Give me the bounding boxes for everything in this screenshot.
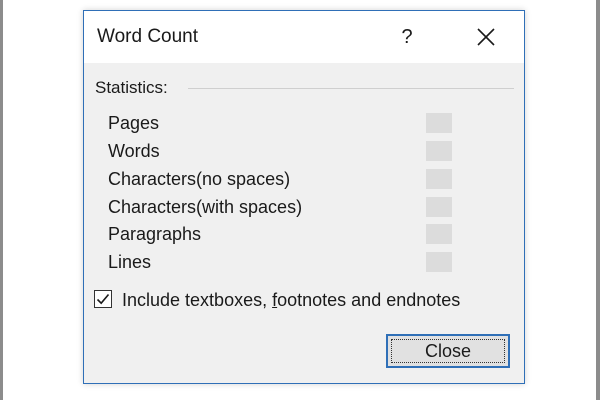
checkmark-icon <box>96 293 110 305</box>
include-textboxes-option[interactable]: Include textboxes, footnotes and endnote… <box>94 288 514 312</box>
stat-label: Lines <box>108 252 152 272</box>
stat-row-characters-no-spaces: Characters(no spaces) <box>108 167 488 191</box>
stat-value <box>426 113 452 133</box>
stat-row-paragraphs: Paragraphs <box>108 222 488 246</box>
stat-value <box>426 197 452 217</box>
close-button-label: Close <box>424 341 472 361</box>
dialog-titlebar: Word Count ? <box>84 11 524 63</box>
include-textboxes-label[interactable]: Include textboxes, footnotes and endnote… <box>122 288 460 312</box>
close-button[interactable]: Close <box>386 334 510 368</box>
stat-label: Characters(no spaces) <box>108 169 291 189</box>
word-count-dialog: Word Count ? Statistics: Pages Words Cha… <box>83 10 525 384</box>
stat-row-characters-with-spaces: Characters(with spaces) <box>108 195 488 219</box>
stat-value <box>426 169 452 189</box>
close-icon[interactable] <box>469 21 503 53</box>
stat-value <box>426 141 452 161</box>
help-button[interactable]: ? <box>390 21 424 53</box>
stat-label: Paragraphs <box>108 224 202 244</box>
stat-value <box>426 252 452 272</box>
stat-value <box>426 224 452 244</box>
statistics-heading: Statistics: <box>95 78 168 97</box>
stat-row-pages: Pages <box>108 111 488 135</box>
include-textboxes-checkbox[interactable] <box>94 290 112 308</box>
background-window-edge-left <box>0 0 3 400</box>
background-window-edge-right <box>596 0 600 400</box>
stat-row-lines: Lines <box>108 250 488 274</box>
stat-row-words: Words <box>108 139 488 163</box>
stat-label: Characters(with spaces) <box>108 197 303 217</box>
dialog-title: Word Count <box>97 26 199 47</box>
statistics-divider <box>188 88 514 89</box>
stat-label: Pages <box>108 113 160 133</box>
stat-label: Words <box>108 141 160 161</box>
